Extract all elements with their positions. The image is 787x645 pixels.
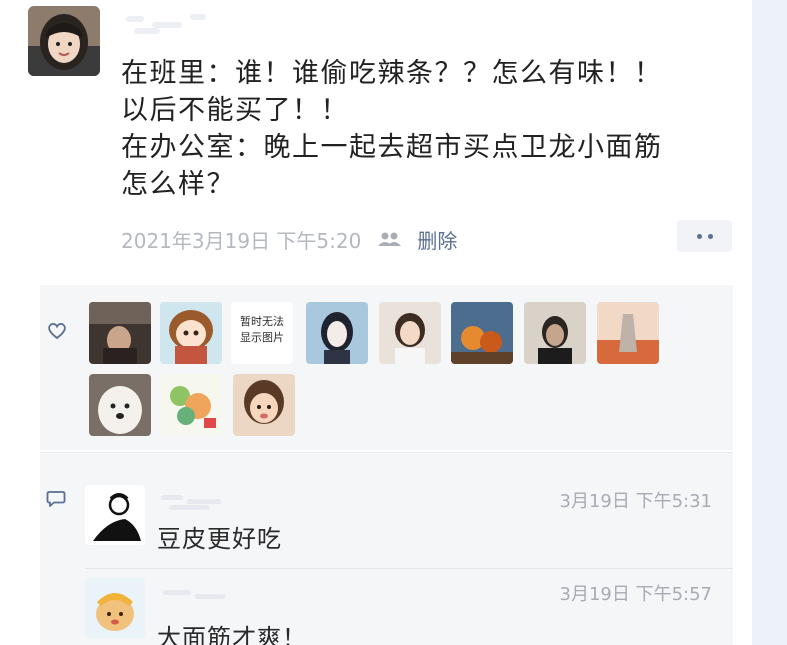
comment-item: 3月19日 下午5:31 豆皮更好吃: [85, 485, 733, 565]
post-author-name-redacted: [120, 10, 230, 38]
comment-time: 3月19日 下午5:31: [559, 491, 713, 512]
commenter-name-redacted: [157, 491, 247, 510]
like-avatar-8[interactable]: [597, 302, 659, 364]
like-avatar-9[interactable]: [89, 374, 151, 436]
post-text-line: 在办公室：晚上一起去超市买点卫龙小面筋: [121, 132, 663, 163]
like-avatar-7[interactable]: [524, 302, 586, 364]
post-author-avatar[interactable]: [28, 6, 100, 76]
post-text: 在班里：谁！谁偷吃辣条？？怎么有味！！ 以后不能买了！！ 在办公室：晚上一起去超…: [121, 55, 741, 203]
avatar-placeholder-line: 暂时无法: [240, 315, 284, 328]
more-dots-icon: [696, 233, 702, 239]
like-avatar-10[interactable]: [160, 374, 222, 436]
post-text-line: 以后不能买了！！: [121, 95, 349, 126]
heart-icon: [48, 323, 66, 340]
delete-post-link[interactable]: 删除: [417, 225, 457, 254]
comment-text: 大面筋才爽！: [157, 624, 307, 645]
like-avatar-11[interactable]: [233, 374, 295, 436]
like-avatar-3[interactable]: 暂时无法 显示图片: [231, 302, 293, 364]
like-avatar-6[interactable]: [451, 302, 513, 364]
post-text-line: 在班里：谁！谁偷吃辣条？？怎么有味！！: [121, 58, 663, 89]
post-text-line: 怎么样？: [121, 169, 235, 200]
like-avatar-2[interactable]: [160, 302, 222, 364]
avatar-placeholder-line: 显示图片: [240, 331, 284, 344]
more-options-button[interactable]: [677, 220, 732, 252]
group-icon[interactable]: [377, 231, 403, 247]
commenter-name-redacted: [157, 584, 247, 602]
commenter-avatar[interactable]: [85, 578, 145, 638]
comment-icon: [46, 491, 66, 507]
post-meta-row: 2021年3月19日 下午5:20 删除: [121, 224, 457, 254]
comment-item: 3月19日 下午5:57 大面筋才爽！: [85, 578, 733, 645]
comment-time: 3月19日 下午5:57: [559, 584, 713, 605]
comment-separator: [85, 568, 733, 569]
like-avatar-4[interactable]: [306, 302, 368, 364]
post-timestamp: 2021年3月19日 下午5:20: [121, 228, 362, 253]
like-avatar-1[interactable]: [89, 302, 151, 364]
like-avatar-5[interactable]: [379, 302, 441, 364]
comment-text: 豆皮更好吃: [157, 525, 282, 553]
side-panel-strip: [752, 0, 787, 645]
commenter-avatar[interactable]: [85, 485, 145, 545]
